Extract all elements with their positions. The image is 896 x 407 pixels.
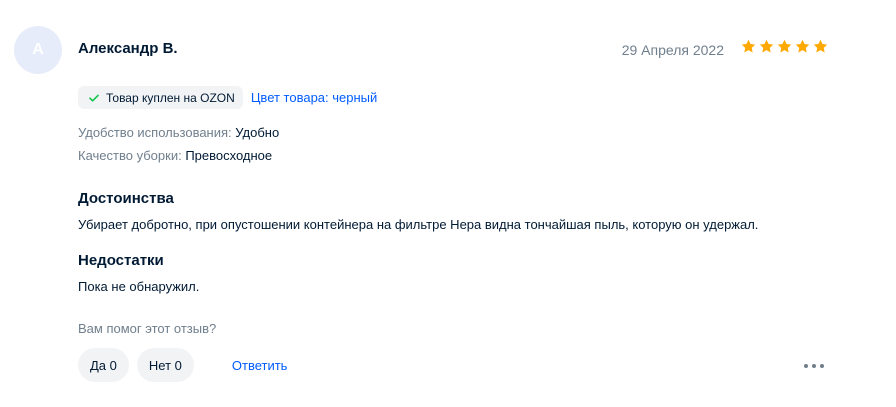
attribute-usability: Удобство использования: Удобно xyxy=(78,125,279,140)
review-author: Александр В. xyxy=(78,40,178,57)
rating-stars xyxy=(740,38,829,55)
vote-no-button[interactable]: Нет 0 xyxy=(136,348,194,382)
purchased-badge-text: Товар куплен на OZON xyxy=(106,90,235,105)
attribute-value: Удобно xyxy=(235,125,280,140)
star-icon xyxy=(741,39,756,53)
avatar-letter: A xyxy=(32,41,44,58)
helpful-prompt: Вам помог этот отзыв? xyxy=(78,321,217,336)
reply-button[interactable]: Ответить xyxy=(232,358,288,373)
advantages-text: Убирает добротно, при опустошении контей… xyxy=(78,217,759,232)
dot xyxy=(804,364,808,368)
dot xyxy=(812,364,816,368)
dot xyxy=(820,364,824,368)
vote-yes-button[interactable]: Да 0 xyxy=(78,348,129,382)
disadvantages-title: Недостатки xyxy=(78,252,164,269)
check-icon xyxy=(89,94,99,102)
disadvantages-text: Пока не обнаружил. xyxy=(78,279,200,294)
review-actions: Да 0 Нет 0 Ответить xyxy=(78,348,287,382)
advantages-title: Достоинства xyxy=(78,190,174,207)
star-icon xyxy=(813,39,828,53)
star-icon xyxy=(759,39,774,53)
attribute-label: Удобство использования: xyxy=(78,125,232,140)
attribute-cleaning-quality: Качество уборки: Превосходное xyxy=(78,148,272,163)
attribute-label: Качество уборки: xyxy=(78,148,182,163)
avatar: A xyxy=(14,26,62,74)
product-color-link[interactable]: Цвет товара: черный xyxy=(251,90,377,105)
more-dots-icon[interactable] xyxy=(804,358,824,374)
star-icon xyxy=(777,39,792,53)
review-date: 29 Апреля 2022 xyxy=(621,42,724,58)
review-meta-row: Товар куплен на OZON Цвет товара: черный xyxy=(78,86,377,109)
star-icon xyxy=(795,39,810,53)
attribute-value: Превосходное xyxy=(185,148,273,163)
purchased-badge: Товар куплен на OZON xyxy=(78,86,243,109)
